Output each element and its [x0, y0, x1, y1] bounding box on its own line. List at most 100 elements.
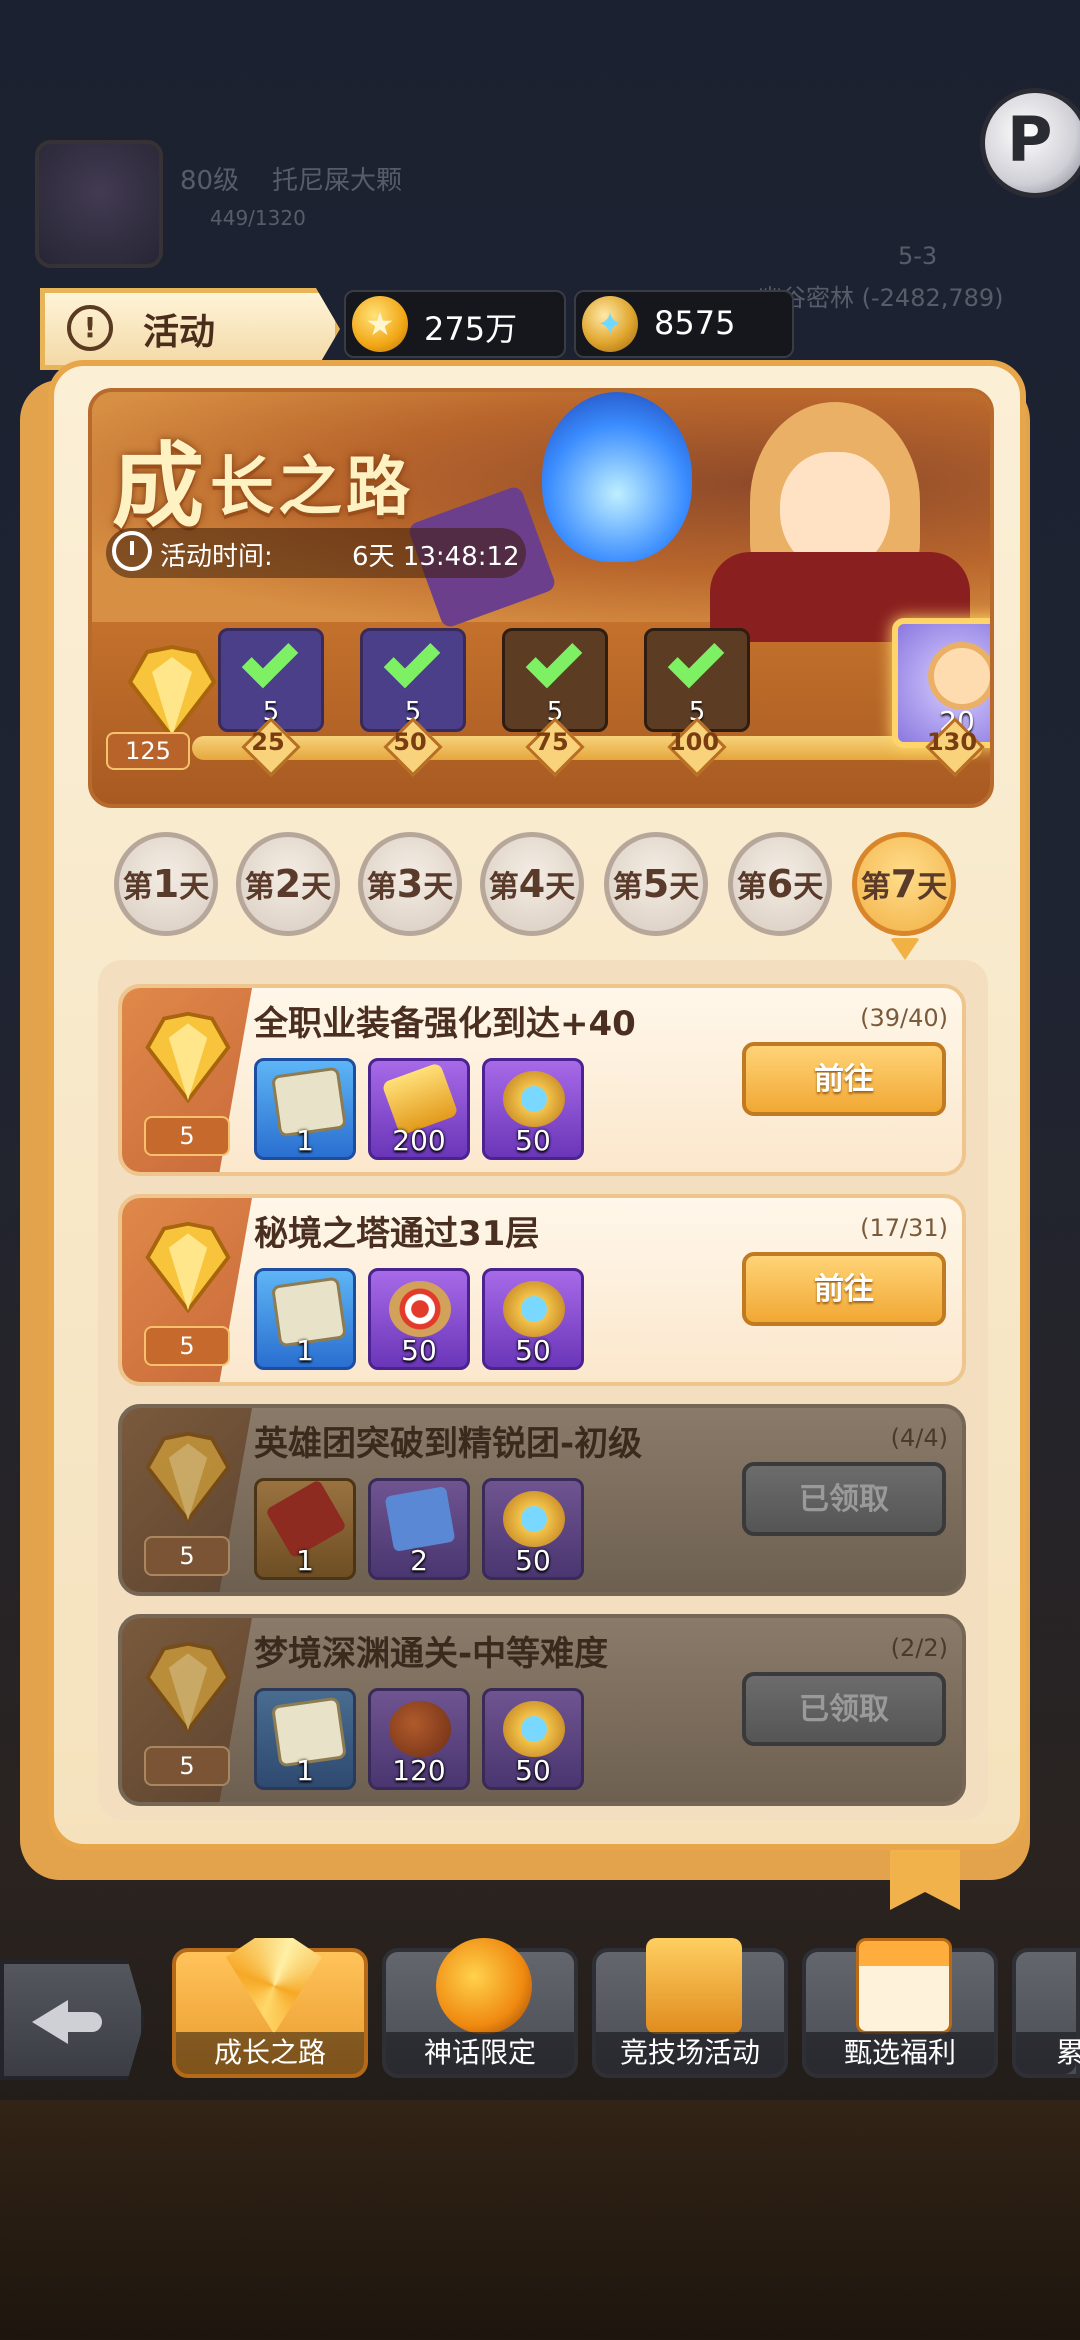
fire-orb-icon [436, 1938, 532, 2034]
task-row: 5 英雄团突破到精锐团-初级 (4/4) 1 2 50 已领取 [118, 1404, 966, 1596]
task-progress: (4/4) [890, 1424, 948, 1452]
task-points: 5 [144, 1116, 230, 1156]
book-icon [384, 1486, 456, 1552]
nav-select-welfare[interactable]: 甄选福利 [802, 1938, 998, 2078]
milestone-marker: 130 [922, 717, 985, 777]
task-progress: (17/31) [860, 1214, 948, 1242]
banner-title-first-char: 成 [112, 433, 205, 540]
check-icon [525, 631, 583, 689]
gold-counter[interactable]: ★ 275万 [344, 290, 566, 358]
task-row: 5 全职业装备强化到达+40 (39/40) 1 200 50 前往 [118, 984, 966, 1176]
go-button[interactable]: 前往 [742, 1252, 946, 1326]
current-points: 125 [106, 732, 190, 770]
star-badge-icon [503, 1491, 565, 1547]
player-name: 托尼屎大颗 [272, 166, 403, 196]
reward-item-badge[interactable]: 50 [482, 1058, 584, 1160]
nav-label: 神话限定 [386, 2032, 574, 2074]
task-points: 5 [144, 1326, 230, 1366]
check-icon [383, 631, 441, 689]
reward-item-map[interactable]: 1 [254, 1688, 356, 1790]
gem-counter[interactable]: ✦ 8575 [574, 290, 794, 358]
exclamation-icon: ! [67, 305, 113, 351]
back-button[interactable] [0, 1960, 145, 2080]
points-chest-icon [145, 1221, 231, 1314]
task-row: 5 秘境之塔通过31层 (17/31) 1 50 50 前往 [118, 1194, 966, 1386]
day-tab-3[interactable]: 第3天 [358, 832, 462, 936]
check-icon [667, 631, 725, 689]
nav-label: 成长之路 [176, 2032, 364, 2074]
task-name: 英雄团突破到精锐团-初级 [254, 1424, 643, 1464]
nav-cumulative[interactable]: 累 [1012, 1948, 1080, 2078]
day-tab-4[interactable]: 第4天 [480, 832, 584, 936]
player-level: 80级 [180, 166, 240, 196]
nav-myth-limited[interactable]: 神话限定 [382, 1938, 578, 2078]
day-tab-5[interactable]: 第5天 [604, 832, 708, 936]
gem-value: 8575 [654, 304, 736, 342]
calendar-icon [856, 1938, 952, 2034]
day-tab-7[interactable]: 第7天 [852, 832, 956, 936]
day-tab-1[interactable]: 第1天 [114, 832, 218, 936]
elf-hero-art [670, 402, 970, 642]
nav-label: 竞技场活动 [596, 2032, 784, 2074]
reward-item-map[interactable]: 1 [254, 1268, 356, 1370]
day-tab-2[interactable]: 第2天 [236, 832, 340, 936]
growth-road-banner: 成 长之路 活动时间: 6天 13:48:12 125 5 5 5 5 20 2… [88, 388, 994, 808]
nav-label: 累 [1016, 2032, 1080, 2074]
reward-item-badge[interactable]: 50 [482, 1478, 584, 1580]
reward-item-badge[interactable]: 50 [482, 1688, 584, 1790]
reward-item-book[interactable]: 2 [368, 1478, 470, 1580]
timer-label: 活动时间: [160, 542, 273, 572]
task-progress: (2/2) [890, 1634, 948, 1662]
background-footer [0, 2100, 1080, 2340]
p-icon: P [1007, 103, 1053, 176]
claimed-button[interactable]: 已领取 [742, 1672, 946, 1746]
nav-growth-road[interactable]: 成长之路 [172, 1938, 368, 2078]
check-icon [241, 631, 299, 689]
task-name: 秘境之塔通过31层 [254, 1214, 540, 1254]
task-row: 5 梦境深渊通关-中等难度 (2/2) 1 120 50 已领取 [118, 1614, 966, 1806]
gem-coin-icon: ✦ [582, 296, 638, 352]
gold-value: 275万 [424, 310, 518, 348]
location-label: 幽谷密林 (-2482,789) [758, 284, 1004, 312]
reward-item-gold-bar[interactable]: 200 [368, 1058, 470, 1160]
target-medal-icon [389, 1281, 451, 1337]
activity-tab-label: 活动 [143, 312, 216, 353]
timer-value: 6天 13:48:12 [352, 542, 520, 572]
reward-item-badge[interactable]: 50 [482, 1268, 584, 1370]
star-badge-icon [503, 1701, 565, 1757]
stage-label: 5-3 [898, 242, 938, 270]
points-chest-icon [145, 1431, 231, 1524]
nav-arena-event[interactable]: 竞技场活动 [592, 1938, 788, 2078]
task-points: 5 [144, 1746, 230, 1786]
milestone-marker: 100 [664, 717, 727, 777]
task-points: 5 [144, 1536, 230, 1576]
milestone-marker: 75 [522, 717, 585, 777]
meat-icon [389, 1701, 451, 1757]
banner-title-rest: 长之路 [210, 451, 414, 525]
reward-item-map[interactable]: 1 [254, 1058, 356, 1160]
fan-chest-icon [226, 1938, 322, 2034]
reward-item-sword[interactable]: 1 [254, 1478, 356, 1580]
task-progress: (39/40) [860, 1004, 948, 1032]
points-chest-icon [145, 1641, 231, 1734]
event-timer: 活动时间: 6天 13:48:12 [106, 528, 526, 578]
clock-icon [112, 531, 152, 571]
player-avatar [35, 140, 163, 268]
player-exp: 449/1320 [210, 206, 306, 230]
arena-board-icon [646, 1938, 742, 2034]
points-chest-icon [145, 1011, 231, 1104]
profile-round-button[interactable]: P [980, 88, 1080, 198]
task-name: 梦境深渊通关-中等难度 [254, 1634, 609, 1674]
points-chest-icon [127, 644, 217, 741]
claimed-button[interactable]: 已领取 [742, 1462, 946, 1536]
activity-tab[interactable]: ! 活动 [40, 288, 340, 370]
task-name: 全职业装备强化到达+40 [254, 1004, 636, 1044]
reward-item-meat[interactable]: 120 [368, 1688, 470, 1790]
go-button[interactable]: 前往 [742, 1042, 946, 1116]
milestone-marker: 25 [238, 717, 301, 777]
reward-item-target[interactable]: 50 [368, 1268, 470, 1370]
panel-ribbon [890, 1850, 960, 1910]
gold-coin-icon: ★ [352, 296, 408, 352]
day-tab-6[interactable]: 第6天 [728, 832, 832, 936]
star-badge-icon [503, 1281, 565, 1337]
